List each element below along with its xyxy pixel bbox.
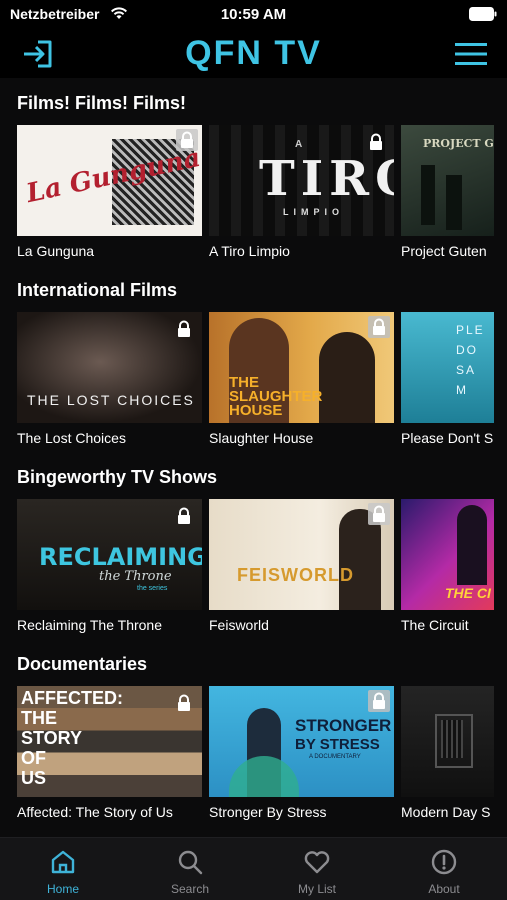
lock-icon (178, 507, 190, 524)
app-header: QFN TV (0, 30, 507, 78)
tab-home[interactable]: Home (0, 838, 126, 900)
movie-thumbnail: RECLAIMING the Throne the series (17, 499, 202, 610)
home-icon (51, 850, 75, 874)
lock-icon (368, 503, 390, 525)
carousel-row[interactable]: AFFECTED: THE STORY OF US Affected: The … (17, 686, 507, 820)
movie-title: Modern Day S (401, 804, 491, 820)
tab-label: Search (170, 882, 210, 896)
movie-title: Feisworld (209, 617, 269, 633)
tab-bar: Home Search My List About (0, 837, 507, 900)
search-icon (178, 850, 203, 875)
movie-thumbnail: FEISWORLD (209, 499, 394, 610)
tab-label: Home (46, 882, 79, 896)
section-title: Films! Films! Films! (17, 93, 187, 113)
movie-title: La Gunguna (17, 243, 95, 259)
movie-title: Stronger By Stress (209, 804, 327, 820)
movie-thumbnail: La Gunguna (17, 125, 202, 236)
movie-title: A Tiro Limpio (209, 243, 290, 259)
movie-thumbnail: STRONGER BY STRESS A DOCUMENTARY (209, 686, 394, 797)
movie-thumbnail: AFFECTED: THE STORY OF US (17, 686, 202, 797)
movie-thumbnail: THE LOST CHOICES (17, 312, 202, 423)
movie-title: Reclaiming The Throne (17, 617, 163, 633)
section-title: International Films (17, 280, 178, 300)
movie-thumbnail: THE SLAUGHTER HOUSE (209, 312, 394, 423)
movie-thumbnail (401, 686, 494, 797)
thumb-title-art: TIRO (259, 151, 394, 207)
thumb-title-line: AFFECTED: (21, 688, 123, 708)
carousel-row[interactable]: La Gunguna La Gunguna A TIRO LIMPIO A Ti… (17, 125, 507, 259)
movie-title: The Lost Choices (17, 430, 126, 446)
thumb-title-art: PROJECT G (423, 137, 494, 150)
movie-title: Please Don't S (401, 430, 494, 446)
thumb-title-art: THE CI (445, 585, 491, 601)
battery-icon (469, 7, 497, 21)
thumb-title-art: THE LOST CHOICES (27, 392, 195, 408)
section-international-films: International Films THE LOST CHOICES The… (0, 265, 507, 452)
thumb-subtitle: A DOCUMENTARY (309, 754, 361, 760)
movie-title: The Circuit (401, 617, 469, 633)
movie-thumbnail: PROJECT G (401, 125, 494, 236)
lock-icon (178, 694, 190, 711)
lock-icon (370, 133, 382, 150)
thumb-title-art: THE SLAUGHTER HOUSE (229, 374, 323, 419)
lock-icon (368, 690, 390, 712)
thumb-kicker: A (295, 139, 303, 150)
carousel-row[interactable]: RECLAIMING the Throne the series Reclaim… (17, 499, 507, 633)
lock-icon (176, 129, 198, 151)
section-title: Documentaries (17, 654, 148, 674)
thumb-subtitle: BY STRESS (295, 736, 380, 753)
movie-title: Slaughter House (209, 430, 314, 446)
content-feed[interactable]: Films! Films! Films! La Gunguna La Gungu… (0, 78, 507, 838)
thumb-title-art: STRONGER (295, 716, 392, 735)
thumb-title-art: PLE DO SA M (456, 323, 485, 397)
status-bar: Netzbetreiber 10:59 AM (0, 0, 507, 30)
thumb-title-line: OF (21, 748, 46, 768)
tab-my-list[interactable]: My List (254, 838, 380, 900)
tab-about[interactable]: About (381, 838, 507, 900)
thumb-subtitle: the series (137, 585, 168, 592)
tab-label: About (428, 882, 460, 896)
movie-thumbnail: THE CI (401, 499, 494, 610)
thumb-title-art: FEISWORLD (237, 565, 354, 585)
thumb-title-line: THE (21, 708, 57, 728)
clock: 10:59 AM (220, 6, 287, 23)
info-icon (431, 849, 457, 875)
thumb-title-line: US (21, 768, 47, 788)
lock-icon (178, 320, 190, 337)
movie-thumbnail: PLE DO SA M (401, 312, 494, 423)
movie-title: Project Guten (401, 243, 487, 259)
heart-icon (304, 851, 330, 874)
section-films: Films! Films! Films! La Gunguna La Gungu… (0, 78, 507, 265)
section-title: Bingeworthy TV Shows (17, 467, 218, 487)
movie-thumbnail: A TIRO LIMPIO (209, 125, 394, 236)
app-logo: QFN TV (185, 34, 322, 72)
movie-title: Affected: The Story of Us (17, 804, 173, 820)
thumb-subtitle: LIMPIO (283, 207, 344, 217)
thumb-subtitle: the Throne (99, 569, 172, 584)
tab-label: My List (297, 882, 336, 896)
carousel-row[interactable]: THE LOST CHOICES The Lost Choices THE SL… (17, 312, 507, 446)
hamburger-menu-icon[interactable] (455, 40, 487, 68)
section-bingeworthy-tv: Bingeworthy TV Shows RECLAIMING the Thro… (0, 452, 507, 639)
thumb-title-line: STORY (21, 728, 83, 748)
section-documentaries: Documentaries AFFECTED: THE STORY OF US … (0, 639, 507, 826)
lock-icon (368, 316, 390, 338)
tab-search[interactable]: Search (127, 838, 253, 900)
thumb-title-art: RECLAIMING (39, 543, 202, 571)
